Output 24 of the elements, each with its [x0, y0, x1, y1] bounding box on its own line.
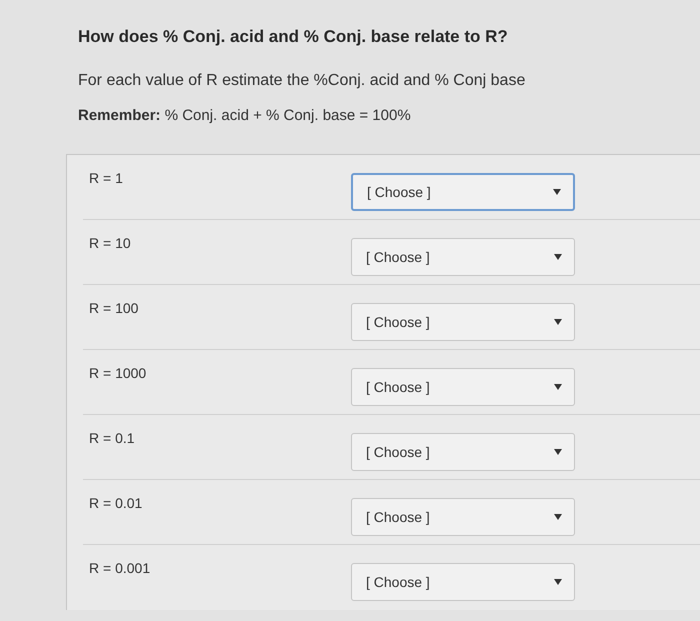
choose-dropdown[interactable]: [ Choose ]: [351, 238, 575, 276]
caret-icon: [554, 449, 562, 455]
choose-dropdown[interactable]: [ Choose ]: [351, 498, 575, 536]
caret-icon: [554, 254, 562, 260]
caret-icon: [554, 514, 562, 520]
choose-dropdown[interactable]: [ Choose ]: [351, 563, 575, 601]
instruction-text: For each value of R estimate the %Conj. acid and % Conj base: [78, 71, 526, 91]
r-value-label: R = 0.1: [88, 429, 136, 447]
r-value-label: R = 0.001: [88, 559, 152, 577]
caret-icon: [554, 319, 562, 325]
choose-dropdown[interactable]: [ Choose ]: [351, 173, 575, 211]
caret-icon: [554, 579, 562, 585]
r-value-label: R = 1: [88, 169, 124, 187]
r-value-label: R = 100: [88, 299, 140, 317]
caret-icon: [553, 189, 561, 195]
choose-dropdown[interactable]: [ Choose ]: [351, 433, 575, 471]
caret-icon: [554, 384, 562, 390]
r-value-label: R = 1000: [88, 364, 148, 382]
question-title: How does % Conj. acid and % Conj. base relate to R?: [78, 26, 509, 48]
choose-dropdown[interactable]: [ Choose ]: [351, 368, 575, 406]
r-value-label: R = 0.01: [88, 494, 144, 512]
choose-dropdown[interactable]: [ Choose ]: [351, 303, 575, 341]
r-value-label: R = 10: [88, 234, 132, 252]
reminder-text: Remember: % Conj. acid + % Conj. base = 100%: [78, 106, 412, 126]
